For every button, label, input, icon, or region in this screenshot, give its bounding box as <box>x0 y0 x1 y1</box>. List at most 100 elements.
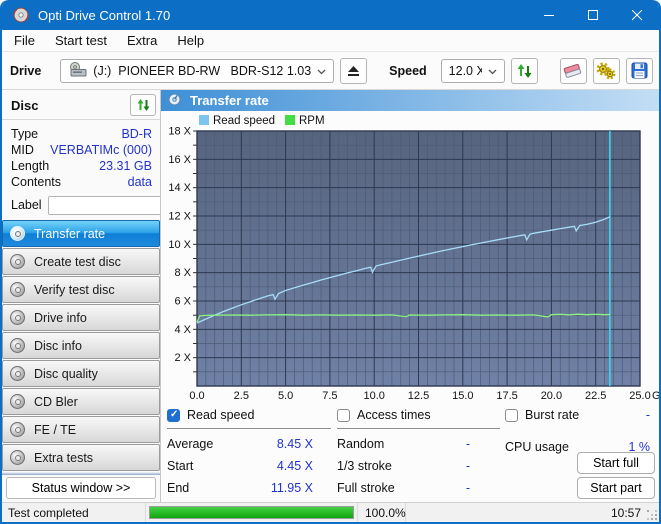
disc-row-label: Contents <box>11 174 61 190</box>
svg-text:5.0: 5.0 <box>278 390 293 402</box>
sidebar-item-fe-te[interactable]: FE / TE <box>2 416 160 443</box>
left-panel: Disc TypeBD-R MID VERBATIMc (000) Length2… <box>2 90 160 502</box>
disc-icon <box>10 282 25 297</box>
settings-gears-button[interactable] <box>593 58 620 84</box>
burst-rate-checkbox[interactable] <box>505 409 518 422</box>
sidebar-item-verify-test-disc[interactable]: Verify test disc <box>2 276 160 303</box>
sidebar-item-cd-bler[interactable]: CD Bler <box>2 388 160 415</box>
read-speed-checkbox[interactable] <box>167 409 180 422</box>
read-speed-section: Read speed Average8.45 X Start4.45 X End… <box>167 408 331 495</box>
svg-text:10.0: 10.0 <box>363 390 384 402</box>
disc-row-label: MID <box>11 142 34 158</box>
access-times-checkbox[interactable] <box>337 409 350 422</box>
svg-text:14 X: 14 X <box>168 182 191 194</box>
random-value: - <box>466 437 470 451</box>
progress-section <box>146 503 358 522</box>
chevron-down-icon <box>317 64 326 78</box>
disc-icon <box>10 254 25 269</box>
drive-select[interactable]: (J:) PIONEER BD-RW BDR-S12 1.03 <box>60 59 334 83</box>
end-value: 11.95 X <box>271 481 313 495</box>
speed-value: 12.0 X <box>449 64 482 78</box>
disc-row-value: VERBATIMc (000) <box>50 142 152 158</box>
burst-rate-section: Burst rate - CPU usage 1 % Start full St… <box>505 408 655 500</box>
disc-panel-title: Disc <box>11 98 130 113</box>
svg-text:20.0: 20.0 <box>541 390 562 402</box>
save-button[interactable] <box>626 58 653 84</box>
transfer-rate-chart: 2 X4 X6 X8 X10 X12 X14 X16 X18 X0.02.55.… <box>161 111 659 403</box>
transfer-rate-panel: Transfer rate 2 X4 X6 X8 X10 X12 X14 X16… <box>160 90 659 502</box>
start-full-button[interactable]: Start full <box>577 452 655 474</box>
window-title: Opti Drive Control 1.70 <box>38 8 170 23</box>
panel-header: Transfer rate <box>161 90 659 111</box>
svg-text:18 X: 18 X <box>168 126 191 138</box>
sidebar-item-disc-quality[interactable]: Disc quality <box>2 360 160 387</box>
refresh-disc-button[interactable] <box>130 94 156 116</box>
menu-extra[interactable]: Extra <box>117 31 167 50</box>
sidebar-item-disc-info[interactable]: Disc info <box>2 332 160 359</box>
status-window-button[interactable]: Status window >> <box>6 477 156 499</box>
full-stroke-value: - <box>466 481 470 495</box>
access-times-label: Access times <box>357 408 431 422</box>
svg-text:17.5: 17.5 <box>496 390 517 402</box>
disc-icon <box>10 226 25 241</box>
disc-icon <box>10 422 25 437</box>
svg-text:4 X: 4 X <box>174 324 191 336</box>
disc-icon <box>10 450 25 465</box>
disc-row-length: Length23.31 GB <box>11 158 152 174</box>
menu-file[interactable]: File <box>4 31 45 50</box>
disc-row-contents: Contents data <box>11 174 152 190</box>
sidebar-filler <box>2 472 160 475</box>
disc-label-caption: Label <box>11 198 42 212</box>
svg-text:15.0: 15.0 <box>452 390 473 402</box>
average-value: 8.45 X <box>277 437 313 451</box>
disc-icon <box>10 366 25 381</box>
svg-text:10 X: 10 X <box>168 239 191 251</box>
start-part-button[interactable]: Start part <box>577 477 655 499</box>
speed-select[interactable]: 12.0 X <box>441 59 505 83</box>
sidebar-item-drive-info[interactable]: Drive info <box>2 304 160 331</box>
svg-text:Read speed: Read speed <box>213 115 275 127</box>
svg-text:8 X: 8 X <box>174 267 191 279</box>
svg-text:16 X: 16 X <box>168 154 191 166</box>
svg-text:RPM: RPM <box>299 115 325 127</box>
erase-disc-button[interactable] <box>560 58 587 84</box>
sidebar: Transfer rate Create test disc Verify te… <box>2 220 160 471</box>
close-button[interactable] <box>615 0 659 30</box>
sidebar-item-extra-tests[interactable]: Extra tests <box>2 444 160 471</box>
svg-text:0.0: 0.0 <box>189 390 204 402</box>
progress-percent: 100.0% <box>358 503 406 522</box>
disc-row-label: Type <box>11 126 38 142</box>
toolbar: Drive (J:) PIONEER BD-RW BDR-S12 1.03 Sp… <box>2 52 659 90</box>
results-panel: Read speed Average8.45 X Start4.45 X End… <box>161 403 659 502</box>
title-bar: Opti Drive Control 1.70 <box>2 0 659 30</box>
disc-row-type: TypeBD-R <box>11 126 152 142</box>
progress-bar <box>149 506 354 519</box>
svg-text:7.5: 7.5 <box>322 390 337 402</box>
disc-row-value: data <box>128 174 152 190</box>
speed-label: Speed <box>389 64 427 78</box>
resize-grip[interactable] <box>647 510 657 520</box>
elapsed-time: 10:57 <box>406 503 659 522</box>
eject-button[interactable] <box>340 58 367 84</box>
disc-icon <box>10 310 25 325</box>
svg-text:12 X: 12 X <box>168 211 191 223</box>
refresh-speeds-button[interactable] <box>511 58 538 84</box>
menu-start-test[interactable]: Start test <box>45 31 117 50</box>
drive-value: (J:) PIONEER BD-RW BDR-S12 1.03 <box>93 64 311 78</box>
maximize-button[interactable] <box>571 0 615 30</box>
sidebar-item-create-test-disc[interactable]: Create test disc <box>2 248 160 275</box>
panel-title: Transfer rate <box>190 93 269 108</box>
svg-text:2.5: 2.5 <box>234 390 249 402</box>
drive-icon <box>68 62 87 80</box>
menu-help[interactable]: Help <box>167 31 214 50</box>
disc-row-mid: MID VERBATIMc (000) <box>11 142 152 158</box>
svg-text:12.5: 12.5 <box>408 390 429 402</box>
svg-text:6 X: 6 X <box>174 296 191 308</box>
burst-rate-label: Burst rate <box>525 408 579 422</box>
third-stroke-value: - <box>466 459 470 473</box>
minimize-button[interactable] <box>527 0 571 30</box>
sidebar-item-transfer-rate[interactable]: Transfer rate <box>2 220 160 247</box>
app-disc-icon <box>13 7 29 23</box>
svg-text:25.0: 25.0 <box>629 390 650 402</box>
access-times-section: Access times Random- 1/3 stroke- Full st… <box>337 408 500 495</box>
